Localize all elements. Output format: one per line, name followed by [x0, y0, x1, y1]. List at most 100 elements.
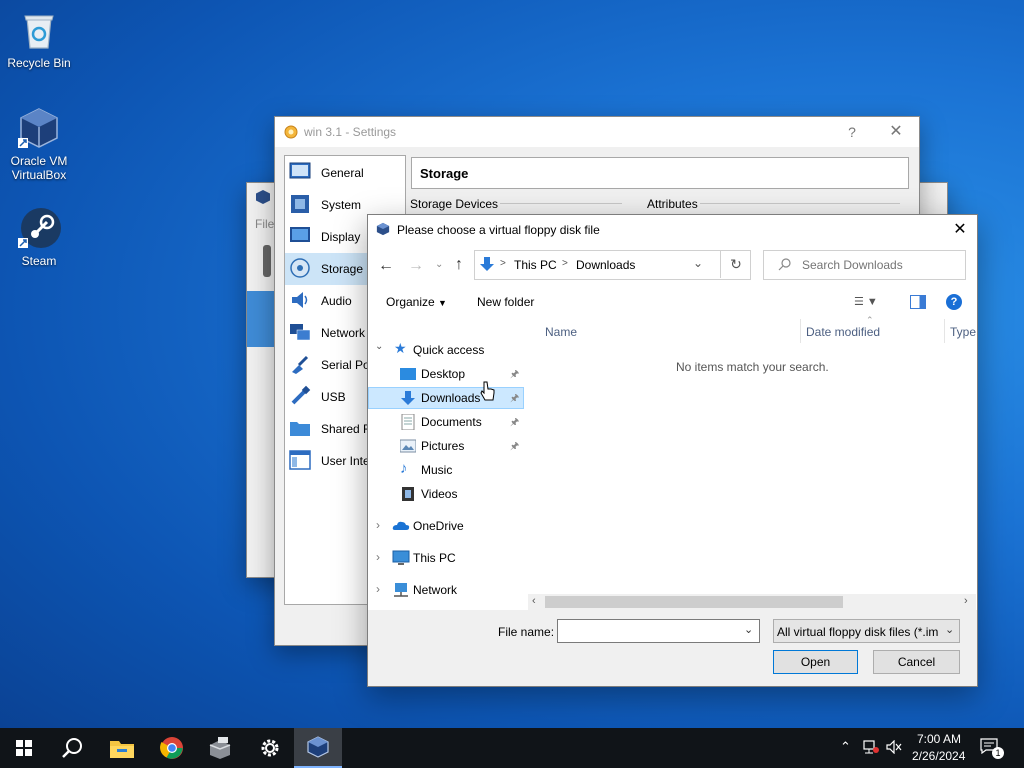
start-button[interactable] [0, 728, 48, 768]
column-header-type[interactable]: Type [950, 325, 976, 339]
virtualbox-icon [307, 736, 329, 758]
pin-icon: 🖈 [510, 393, 520, 404]
dialog-close-button[interactable]: ✕ [946, 220, 974, 242]
nav-documents[interactable]: Documents 🖈 [368, 411, 526, 433]
preview-pane-icon[interactable] [910, 295, 926, 309]
taskbar-chrome[interactable] [148, 728, 196, 768]
scroll-left-icon[interactable]: ‹ [532, 595, 536, 607]
taskbar: ⌃ 7:00 AM 2/26/2024 1 [0, 728, 1024, 768]
desktop-icon-virtualbox[interactable]: Oracle VM VirtualBox [2, 106, 76, 182]
search-input[interactable] [800, 255, 954, 275]
empty-folder-message: No items match your search. [676, 360, 829, 374]
storage-icon [289, 257, 311, 279]
system-icon [289, 193, 311, 215]
search-box[interactable] [763, 250, 966, 280]
settings-titlebar[interactable]: win 3.1 - Settings ? ✕ [275, 117, 919, 147]
search-icon [778, 257, 792, 271]
file-name-input[interactable] [561, 622, 735, 640]
column-header-name[interactable]: Name [545, 325, 577, 339]
sidebar-item-label: Display [321, 230, 361, 244]
new-folder-button[interactable]: New folder [477, 295, 534, 309]
breadcrumb-downloads[interactable]: Downloads [576, 258, 635, 272]
back-arrow-icon[interactable]: ← [378, 257, 394, 275]
vbox-menu-file[interactable]: File [255, 217, 274, 231]
nav-pictures[interactable]: Pictures 🖈 [368, 435, 526, 457]
cancel-button[interactable]: Cancel [873, 650, 960, 674]
clock-time[interactable]: 7:00 AM [917, 732, 961, 746]
scroll-right-icon[interactable]: › [964, 595, 968, 607]
up-arrow-icon[interactable]: ↑ [455, 256, 463, 274]
forward-arrow-icon[interactable]: → [408, 257, 424, 275]
breadcrumb-sep: > [500, 258, 506, 269]
open-button[interactable]: Open [773, 650, 858, 674]
navigation-pane: ⌄ ★ Quick access Desktop 🖈 Downloads 🖈 D… [368, 319, 526, 609]
chevron-down-icon[interactable]: ⌄ [744, 623, 753, 636]
taskbar-file-explorer[interactable] [98, 728, 146, 768]
pin-icon: 🖈 [510, 441, 520, 452]
taskbar-virtualbox[interactable] [294, 728, 342, 768]
section-title: Storage [420, 166, 469, 181]
sidebar-item-label: System [321, 198, 362, 212]
breadcrumb-sep: > [562, 258, 568, 269]
address-dropdown-chevron-icon[interactable]: ⌄ [693, 256, 703, 270]
desktop-folder-icon [400, 366, 416, 382]
file-name-label: File name: [498, 625, 555, 639]
network-status-icon[interactable] [863, 740, 879, 754]
sidebar-item-label: User Inte [321, 454, 370, 468]
sidebar-item-label: Serial Por [321, 358, 374, 372]
file-name-combobox[interactable]: ⌄ [557, 619, 760, 643]
package-icon [209, 737, 231, 759]
clock-date[interactable]: 2/26/2024 [912, 749, 965, 763]
attributes-label: Attributes [647, 197, 698, 211]
nav-label: Network [413, 583, 458, 597]
column-divider [944, 319, 945, 343]
desktop-icon-steam[interactable]: Steam [2, 206, 76, 268]
nav-music[interactable]: ♪ Music [368, 459, 526, 481]
file-type-value: All virtual floppy disk files (*.im [777, 625, 939, 639]
vbox-manager-icon [255, 189, 271, 205]
virtualbox-icon [376, 222, 390, 236]
scrollbar-thumb[interactable] [545, 596, 843, 608]
windows-logo-icon [16, 740, 32, 756]
refresh-icon[interactable]: ↻ [720, 250, 751, 278]
onedrive-icon [392, 518, 410, 534]
column-header-date-modified[interactable]: Date modified [806, 325, 880, 339]
breadcrumb-this-pc[interactable]: This PC [514, 258, 557, 272]
volume-muted-icon[interactable] [886, 739, 902, 755]
nav-videos[interactable]: Videos [368, 483, 526, 505]
taskbar-app-installer[interactable] [196, 728, 244, 768]
network-icon [392, 582, 408, 598]
audio-icon [289, 289, 311, 311]
vbox-tool-icon [263, 245, 271, 277]
organize-button[interactable]: Organize ▼ [386, 295, 447, 309]
help-icon[interactable]: ? [946, 294, 962, 310]
nav-this-pc[interactable]: This PC [368, 547, 526, 569]
nav-network[interactable]: Network [368, 579, 526, 601]
display-icon [289, 225, 311, 247]
settings-help-button[interactable]: ? [837, 121, 867, 143]
settings-close-button[interactable]: ✕ [881, 121, 911, 143]
view-options-icon[interactable]: ☰ ▼ [854, 295, 878, 308]
desktop-icon-label: Steam [21, 254, 57, 268]
desktop-icon-recycle-bin[interactable]: Recycle Bin [2, 8, 76, 70]
horizontal-scrollbar[interactable]: ‹ › [528, 594, 976, 610]
taskbar-settings[interactable] [246, 728, 294, 768]
pin-icon: 🖈 [510, 369, 520, 380]
this-pc-icon [392, 550, 410, 566]
address-bar[interactable]: > This PC > Downloads ⌄ ↻ [474, 250, 751, 280]
nav-desktop[interactable]: Desktop 🖈 [368, 363, 526, 385]
videos-icon [400, 486, 416, 502]
nav-downloads[interactable]: Downloads 🖈 [368, 387, 524, 409]
nav-onedrive[interactable]: OneDrive [368, 515, 526, 537]
file-type-select[interactable]: All virtual floppy disk files (*.im ⌄ [773, 619, 960, 643]
dialog-titlebar[interactable]: Please choose a virtual floppy disk file… [368, 215, 977, 245]
notification-center-button[interactable]: 1 [980, 738, 1004, 759]
nav-quick-access[interactable]: ★ Quick access [368, 339, 526, 361]
taskbar-search-button[interactable] [48, 728, 96, 768]
sidebar-item-label: Audio [321, 294, 352, 308]
recent-locations-chevron-icon[interactable]: ⌄ [435, 259, 443, 270]
desktop-icon-label: Recycle Bin [7, 56, 71, 70]
sidebar-item-general[interactable]: General [285, 157, 405, 189]
show-hidden-icons-chevron-icon[interactable]: ⌃ [840, 739, 851, 755]
documents-icon [400, 413, 416, 431]
